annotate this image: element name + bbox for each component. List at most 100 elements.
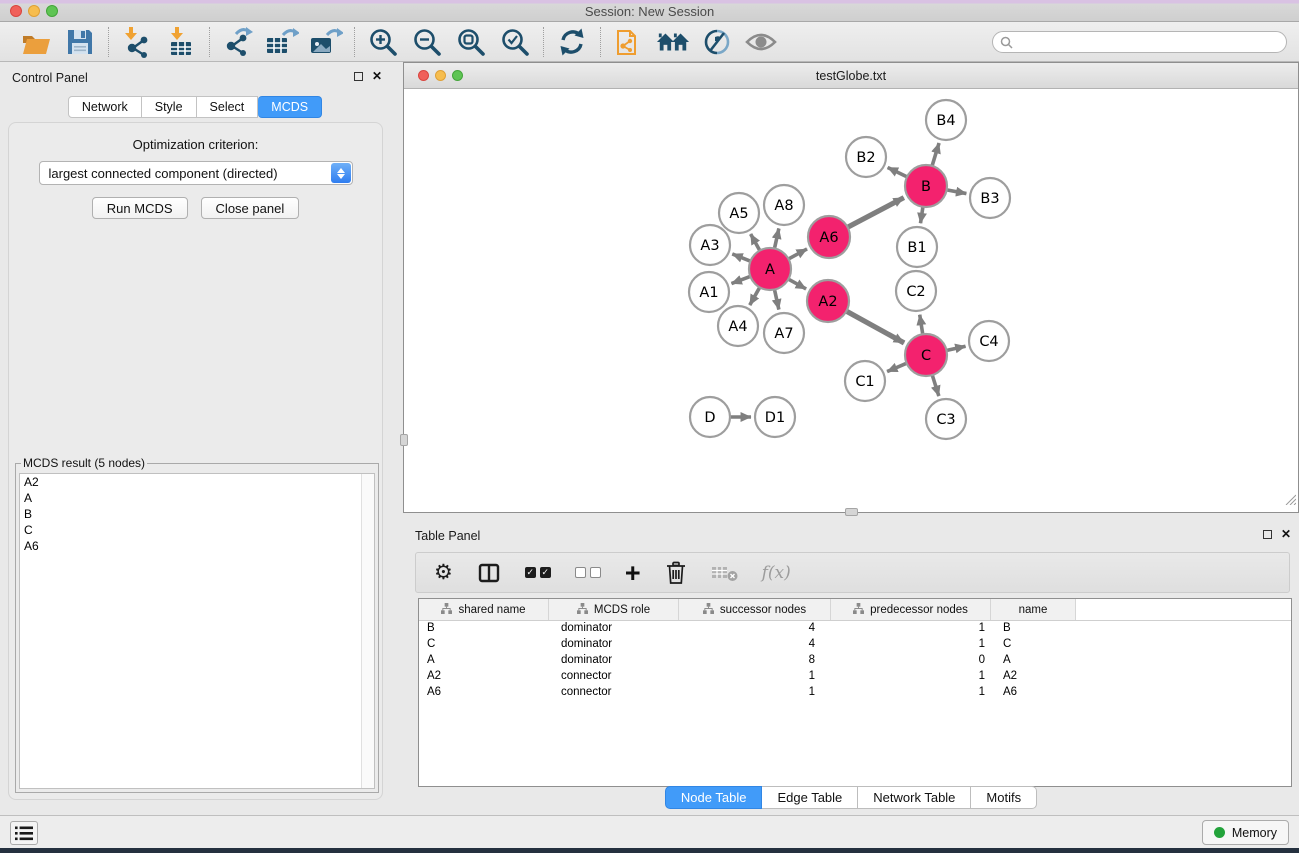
graph-edge-B-B3[interactable]	[945, 190, 967, 194]
tab-edge-table[interactable]: Edge Table	[762, 786, 858, 809]
network-window-titlebar[interactable]: testGlobe.txt	[404, 63, 1298, 89]
graph-edge-C-C4[interactable]	[945, 346, 966, 351]
graph-edge-A-A1[interactable]	[731, 276, 752, 284]
zoom-in-icon[interactable]	[366, 26, 400, 58]
column-header-shared-name[interactable]: shared name	[419, 599, 549, 620]
graph-edge-B-B2[interactable]	[888, 167, 909, 177]
delete-column-trash-icon[interactable]	[665, 558, 687, 588]
table-cell[interactable]: 0	[831, 653, 991, 669]
import-network-icon[interactable]	[120, 26, 154, 58]
table-cell[interactable]: A2	[991, 669, 1076, 685]
table-cell[interactable]: dominator	[549, 637, 679, 653]
splitter-handle[interactable]	[845, 508, 858, 516]
table-cell[interactable]: 1	[831, 621, 991, 637]
graph-node-A6[interactable]: A6	[808, 216, 850, 258]
graph-node-D1[interactable]: D1	[755, 397, 795, 437]
mcds-result-item[interactable]: A2	[20, 474, 374, 490]
table-cell[interactable]: 1	[679, 685, 831, 701]
graph-node-B1[interactable]: B1	[897, 227, 937, 267]
table-cell[interactable]: A2	[419, 669, 549, 685]
close-panel-icon[interactable]: ✕	[1281, 529, 1291, 540]
run-mcds-button[interactable]: Run MCDS	[92, 197, 188, 219]
graph-edge-A2-C[interactable]	[845, 310, 904, 343]
table-cell[interactable]: B	[419, 621, 549, 637]
import-table-icon[interactable]	[164, 26, 198, 58]
table-row[interactable]: Adominator80A	[419, 653, 1291, 669]
tab-mcds[interactable]: MCDS	[258, 96, 322, 118]
graph-node-C4[interactable]: C4	[969, 321, 1009, 361]
table-cell[interactable]: connector	[549, 669, 679, 685]
graph-node-B3[interactable]: B3	[970, 178, 1010, 218]
graph-edge-A-A8[interactable]	[774, 228, 779, 250]
graph-node-C[interactable]: C	[905, 334, 947, 376]
column-header-successor-nodes[interactable]: successor nodes	[679, 599, 831, 620]
open-folder-icon[interactable]	[19, 26, 53, 58]
close-panel-button[interactable]: Close panel	[201, 197, 300, 219]
graph-node-C3[interactable]: C3	[926, 399, 966, 439]
graph-edge-A-A4[interactable]	[750, 286, 761, 306]
graph-edge-A-A6[interactable]	[787, 249, 807, 260]
graph-node-B4[interactable]: B4	[926, 100, 966, 140]
mcds-result-item[interactable]: B	[20, 506, 374, 522]
graph-node-A7[interactable]: A7	[764, 313, 804, 353]
graph-node-A1[interactable]: A1	[689, 272, 729, 312]
deselect-all-columns-icon[interactable]	[575, 558, 601, 588]
float-panel-icon[interactable]	[1263, 530, 1272, 539]
graph-edge-B-B4[interactable]	[932, 143, 940, 168]
table-row[interactable]: A2connector11A2	[419, 669, 1291, 685]
scrollbar[interactable]	[361, 474, 374, 788]
graph-edge-C-C2[interactable]	[920, 315, 923, 337]
table-cell[interactable]: A	[991, 653, 1076, 669]
network-graph-canvas[interactable]: B4B2BB3A5A8A6B1A3AC2A1A2A4A7C4CC1C3DD1	[404, 89, 1298, 512]
tab-motifs[interactable]: Motifs	[971, 786, 1037, 809]
graph-node-A5[interactable]: A5	[719, 193, 759, 233]
table-cell[interactable]: 1	[831, 685, 991, 701]
memory-button[interactable]: Memory	[1202, 820, 1289, 845]
search-input[interactable]	[992, 31, 1287, 53]
graph-node-A3[interactable]: A3	[690, 225, 730, 265]
table-cell[interactable]: 4	[679, 637, 831, 653]
graph-edge-A-A3[interactable]	[732, 254, 752, 262]
graph-node-D[interactable]: D	[690, 397, 730, 437]
tab-network[interactable]: Network	[68, 96, 142, 118]
tab-select[interactable]: Select	[197, 96, 259, 118]
save-session-icon[interactable]	[63, 26, 97, 58]
table-cell[interactable]: B	[991, 621, 1076, 637]
graph-edge-A-A5[interactable]	[751, 234, 761, 252]
add-column-icon[interactable]: +	[625, 558, 641, 588]
table-row[interactable]: A6connector11A6	[419, 685, 1291, 701]
table-cell[interactable]: 4	[679, 621, 831, 637]
graph-node-C2[interactable]: C2	[896, 271, 936, 311]
export-network-icon[interactable]	[221, 26, 255, 58]
node-table[interactable]: shared nameMCDS rolesuccessor nodesprede…	[418, 598, 1292, 787]
graph-edge-A-A2[interactable]	[787, 278, 806, 289]
table-cell[interactable]: C	[419, 637, 549, 653]
table-row[interactable]: Bdominator41B	[419, 621, 1291, 637]
graph-edge-A-A7[interactable]	[774, 288, 779, 310]
graph-node-C1[interactable]: C1	[845, 361, 885, 401]
show-details-icon[interactable]	[744, 26, 778, 58]
export-table-icon[interactable]	[265, 26, 299, 58]
float-panel-icon[interactable]	[354, 72, 363, 81]
criterion-dropdown[interactable]: largest connected component (directed)	[39, 161, 353, 185]
table-cell[interactable]: C	[991, 637, 1076, 653]
zoom-selected-icon[interactable]	[498, 26, 532, 58]
table-cell[interactable]: dominator	[549, 621, 679, 637]
mcds-result-item[interactable]: C	[20, 522, 374, 538]
mcds-result-item[interactable]: A6	[20, 538, 374, 554]
zoom-out-icon[interactable]	[410, 26, 444, 58]
column-header-predecessor-nodes[interactable]: predecessor nodes	[831, 599, 991, 620]
graph-edge-C-C3[interactable]	[932, 373, 939, 396]
graph-node-B2[interactable]: B2	[846, 137, 886, 177]
tab-node-table[interactable]: Node Table	[665, 786, 763, 809]
task-history-button[interactable]	[10, 821, 38, 845]
table-row[interactable]: Cdominator41C	[419, 637, 1291, 653]
show-columns-icon[interactable]	[477, 558, 501, 588]
home-views-icon[interactable]	[656, 26, 690, 58]
graph-node-A8[interactable]: A8	[764, 185, 804, 225]
zoom-fit-icon[interactable]	[454, 26, 488, 58]
table-settings-gear-icon[interactable]: ⚙	[434, 558, 453, 588]
graph-node-A4[interactable]: A4	[718, 306, 758, 346]
mcds-result-list[interactable]: A2ABCA6	[19, 473, 375, 789]
graph-node-B[interactable]: B	[905, 165, 947, 207]
